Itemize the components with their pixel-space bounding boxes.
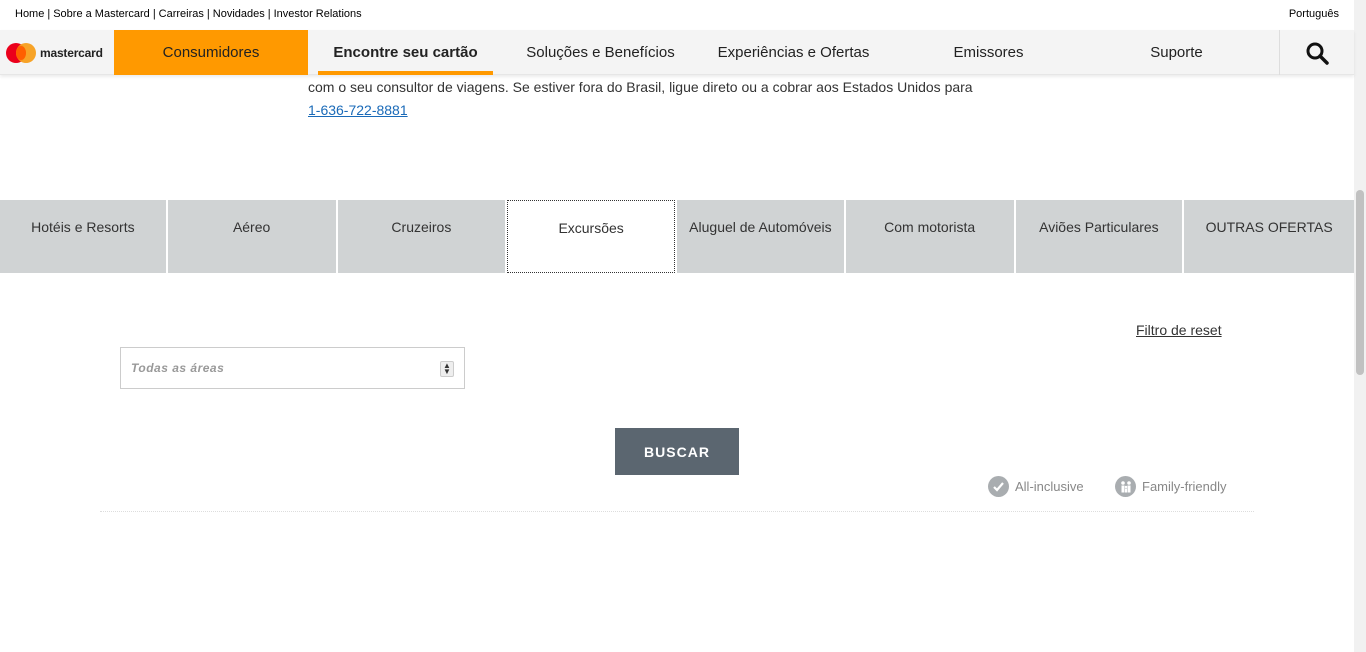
- tab-outras-ofertas[interactable]: OUTRAS OFERTAS: [1184, 200, 1355, 273]
- legend-family-friendly: Family-friendly: [1115, 476, 1227, 497]
- tab-excursoes[interactable]: Excursões: [507, 200, 675, 273]
- search-icon: [1306, 42, 1329, 65]
- separator: |: [152, 8, 156, 20]
- utility-link-news[interactable]: Novidades: [213, 8, 265, 20]
- category-tabs: Hotéis e Resorts Aéreo Cruzeiros Excursõ…: [0, 200, 1355, 273]
- separator: |: [206, 8, 210, 20]
- nav-encontre-seu-cartao[interactable]: Encontre seu cartão: [318, 30, 493, 75]
- area-select[interactable]: Todas as áreas ▲ ▼: [120, 347, 465, 389]
- nav-suporte[interactable]: Suporte: [1089, 30, 1264, 75]
- mastercard-logo-icon: [6, 43, 36, 63]
- checkmark-icon: [988, 476, 1009, 497]
- search-submit-button[interactable]: BUSCAR: [615, 428, 739, 475]
- tab-avioes-particulares[interactable]: Aviões Particulares: [1015, 200, 1185, 273]
- utility-link-careers[interactable]: Carreiras: [159, 8, 204, 20]
- utility-link-about[interactable]: Sobre a Mastercard: [53, 8, 150, 20]
- language-selector[interactable]: Português: [1289, 8, 1339, 20]
- intro-paragraph: com o seu consultor de viagens. Se estiv…: [308, 79, 973, 95]
- tab-aluguel-automoveis[interactable]: Aluguel de Automóveis: [677, 200, 846, 273]
- nav-consumidores[interactable]: Consumidores: [114, 30, 308, 75]
- utility-links: Home | Sobre a Mastercard | Carreiras | Novida…: [15, 8, 362, 20]
- tab-aereo[interactable]: Aéreo: [167, 200, 338, 273]
- nav-experiencias[interactable]: Experiências e Ofertas: [706, 30, 881, 75]
- legend-all-inclusive: All-inclusive: [988, 476, 1084, 497]
- main-nav: mastercard Consumidores Encontre seu car…: [0, 30, 1354, 75]
- phone-link[interactable]: 1-636-722-8881: [308, 102, 408, 118]
- utility-link-investors[interactable]: Investor Relations: [274, 8, 362, 20]
- family-icon: [1115, 476, 1136, 497]
- tab-com-motorista[interactable]: Com motorista: [845, 200, 1016, 273]
- utility-bar: Home | Sobre a Mastercard | Carreiras | Novida…: [0, 0, 1354, 30]
- legend-family-friendly-label: Family-friendly: [1142, 479, 1227, 494]
- tab-cruzeiros[interactable]: Cruzeiros: [337, 200, 508, 273]
- mastercard-logo[interactable]: mastercard: [6, 42, 103, 64]
- tab-hoteis-resorts[interactable]: Hotéis e Resorts: [0, 200, 168, 273]
- utility-link-home[interactable]: Home: [15, 8, 44, 20]
- scrollbar-thumb[interactable]: [1356, 190, 1364, 375]
- nav-emissores[interactable]: Emissores: [901, 30, 1076, 75]
- search-button[interactable]: [1279, 30, 1354, 75]
- active-nav-underline: [318, 71, 493, 75]
- separator: |: [267, 8, 271, 20]
- legend-all-inclusive-label: All-inclusive: [1015, 479, 1084, 494]
- page-scrollbar[interactable]: [1354, 0, 1366, 652]
- reset-filter-link[interactable]: Filtro de reset: [1136, 322, 1222, 338]
- area-select-placeholder: Todas as áreas: [131, 361, 225, 375]
- nav-encontre-label: Encontre seu cartão: [333, 44, 478, 61]
- logo-text: mastercard: [40, 46, 103, 60]
- nav-solucoes[interactable]: Soluções e Benefícios: [513, 30, 688, 75]
- intro-text: com o seu consultor de viagens. Se estiv…: [308, 76, 1088, 122]
- select-arrows-icon: ▲ ▼: [440, 361, 454, 377]
- separator: |: [47, 8, 51, 20]
- section-divider: [100, 511, 1254, 512]
